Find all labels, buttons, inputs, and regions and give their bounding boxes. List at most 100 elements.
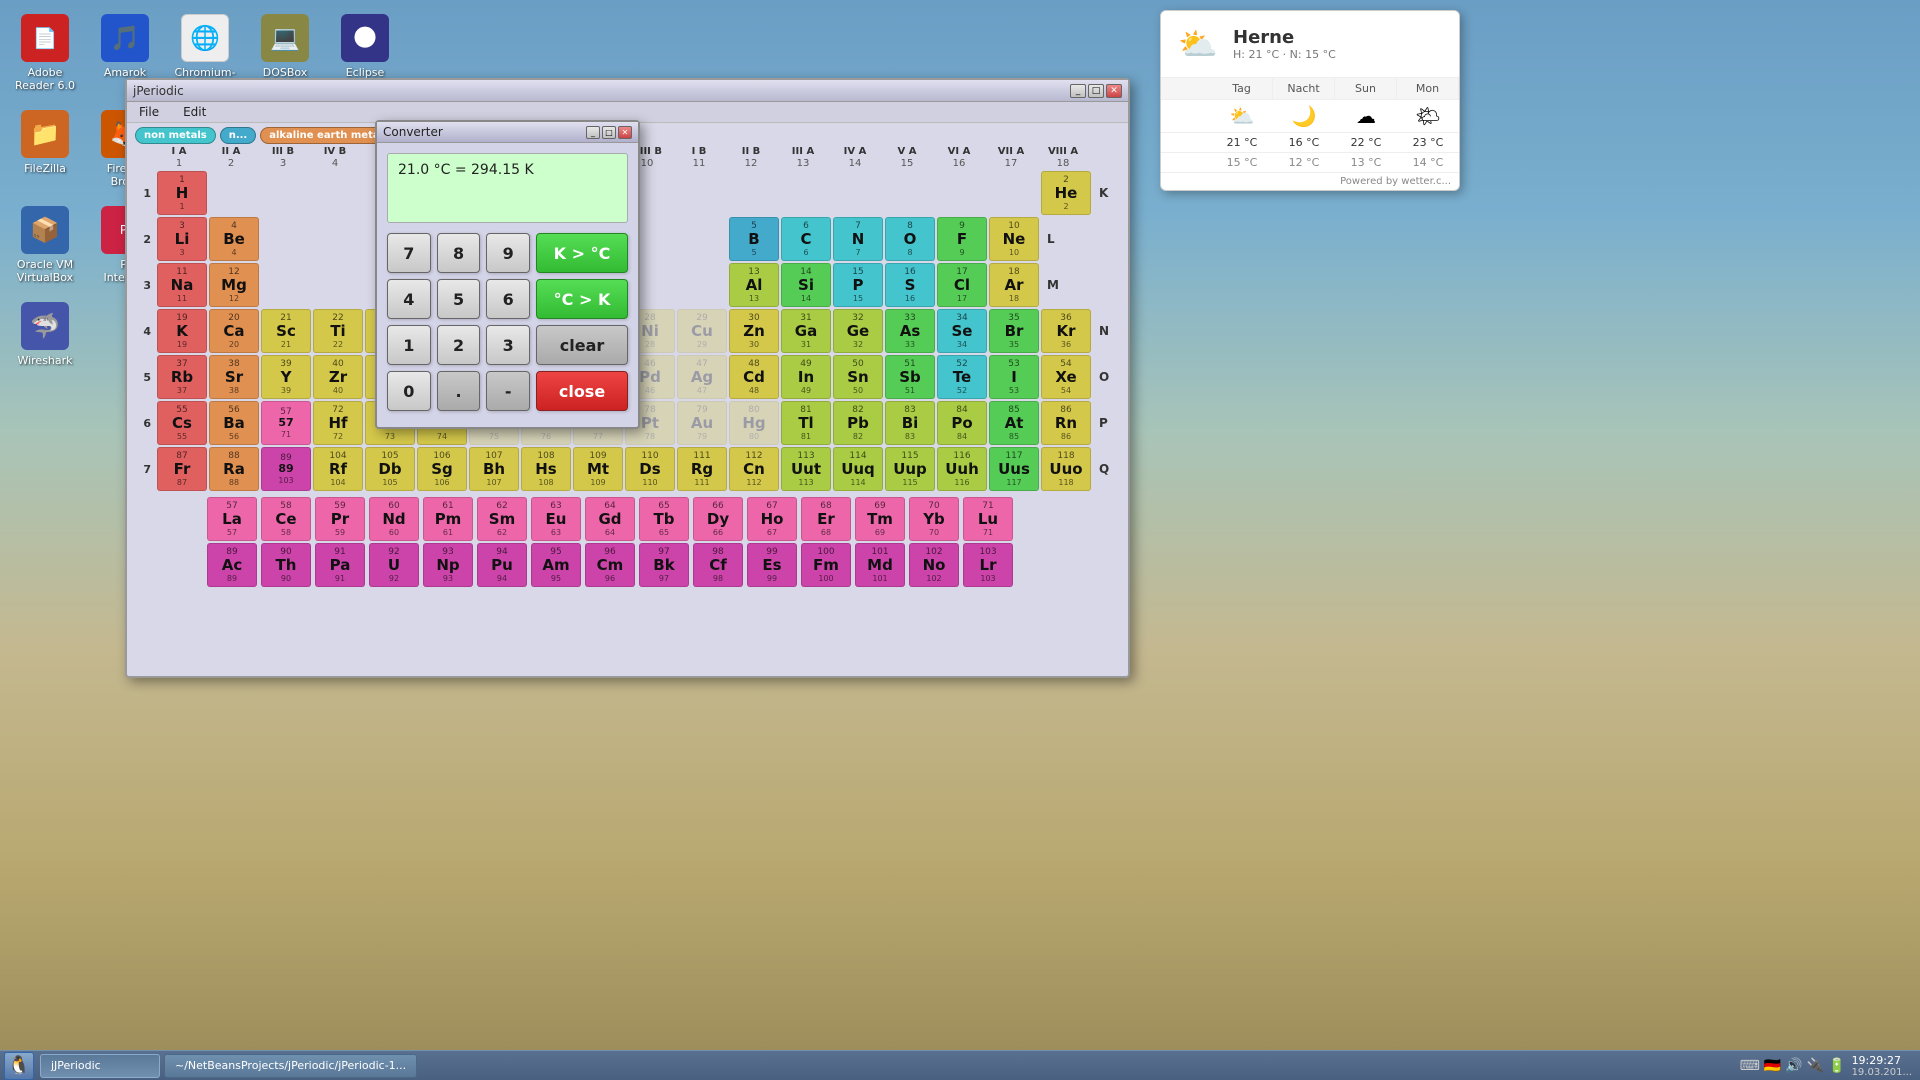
element-Rb[interactable]: 37Rb37: [157, 355, 207, 399]
key-9[interactable]: 9: [486, 233, 530, 273]
element-Ba[interactable]: 56Ba56: [209, 401, 259, 445]
key-2[interactable]: 2: [437, 325, 481, 365]
element-Li[interactable]: 3Li3: [157, 217, 207, 261]
element-Si[interactable]: 14Si14: [781, 263, 831, 307]
element-No[interactable]: 102No102: [909, 543, 959, 587]
key-5[interactable]: 5: [437, 279, 481, 319]
element-Au[interactable]: 79Au79: [677, 401, 727, 445]
element-Zr[interactable]: 40Zr40: [313, 355, 363, 399]
element-Y[interactable]: 39Y39: [261, 355, 311, 399]
converter-titlebar[interactable]: Converter _ □ ✕: [377, 122, 638, 143]
key-7[interactable]: 7: [387, 233, 431, 273]
conv-minimize-button[interactable]: _: [586, 126, 600, 139]
element-Tb[interactable]: 65Tb65: [639, 497, 689, 541]
element-Cd[interactable]: 48Cd48: [729, 355, 779, 399]
element-Se[interactable]: 34Se34: [937, 309, 987, 353]
element-Np[interactable]: 93Np93: [423, 543, 473, 587]
element-Ra[interactable]: 88Ra88: [209, 447, 259, 491]
element-Yb[interactable]: 70Yb70: [909, 497, 959, 541]
element-Hg[interactable]: 80Hg80: [729, 401, 779, 445]
start-button[interactable]: 🐧: [4, 1052, 34, 1080]
element-Br[interactable]: 35Br35: [989, 309, 1039, 353]
minimize-button[interactable]: _: [1070, 84, 1086, 98]
element-Rf[interactable]: 104Rf104: [313, 447, 363, 491]
key-6[interactable]: 6: [486, 279, 530, 319]
element-Bh[interactable]: 107Bh107: [469, 447, 519, 491]
element-Sb[interactable]: 51Sb51: [885, 355, 935, 399]
element-Cs[interactable]: 55Cs55: [157, 401, 207, 445]
element-Ac-star[interactable]: 8989103: [261, 447, 311, 491]
element-U[interactable]: 92U92: [369, 543, 419, 587]
element-I[interactable]: 53I53: [989, 355, 1039, 399]
legend-nonmetals[interactable]: non metals: [135, 127, 216, 144]
element-Ne[interactable]: 10Ne10: [989, 217, 1039, 261]
element-Sc[interactable]: 21Sc21: [261, 309, 311, 353]
desktop-icon-filezilla[interactable]: 📁 FileZilla: [10, 106, 80, 192]
element-Pu[interactable]: 94Pu94: [477, 543, 527, 587]
conv-maximize-button[interactable]: □: [602, 126, 616, 139]
element-Rg[interactable]: 111Rg111: [677, 447, 727, 491]
key-3[interactable]: 3: [486, 325, 530, 365]
element-Dy[interactable]: 66Dy66: [693, 497, 743, 541]
element-Uus[interactable]: 117Uus117: [989, 447, 1039, 491]
element-La[interactable]: 57La57: [207, 497, 257, 541]
element-Ds[interactable]: 110Ds110: [625, 447, 675, 491]
key-negate[interactable]: -: [486, 371, 530, 411]
key-0[interactable]: 0: [387, 371, 431, 411]
element-Fm[interactable]: 100Fm100: [801, 543, 851, 587]
element-Ce[interactable]: 58Ce58: [261, 497, 311, 541]
element-Uuq[interactable]: 114Uuq114: [833, 447, 883, 491]
element-B[interactable]: 5B5: [729, 217, 779, 261]
element-Cf[interactable]: 98Cf98: [693, 543, 743, 587]
element-Sm[interactable]: 62Sm62: [477, 497, 527, 541]
menu-edit[interactable]: Edit: [179, 104, 210, 120]
element-F[interactable]: 9F9: [937, 217, 987, 261]
element-Al[interactable]: 13Al13: [729, 263, 779, 307]
close-button-conv[interactable]: close: [536, 371, 628, 411]
element-Hs[interactable]: 108Hs108: [521, 447, 571, 491]
element-Rn[interactable]: 86Rn86: [1041, 401, 1091, 445]
element-Pb[interactable]: 82Pb82: [833, 401, 883, 445]
taskbar-task-netbeans[interactable]: ~/NetBeansProjects/jPeriodic/jPeriodic-1…: [164, 1054, 417, 1078]
element-O[interactable]: 8O8: [885, 217, 935, 261]
key-1[interactable]: 1: [387, 325, 431, 365]
element-Sn[interactable]: 50Sn50: [833, 355, 883, 399]
element-Ge[interactable]: 32Ge32: [833, 309, 883, 353]
element-Bi[interactable]: 83Bi83: [885, 401, 935, 445]
element-He[interactable]: 2He2: [1041, 171, 1091, 215]
element-At[interactable]: 85At85: [989, 401, 1039, 445]
element-Te[interactable]: 52Te52: [937, 355, 987, 399]
element-In[interactable]: 49In49: [781, 355, 831, 399]
element-Zn[interactable]: 30Zn30: [729, 309, 779, 353]
maximize-button[interactable]: □: [1088, 84, 1104, 98]
element-Uuo[interactable]: 118Uuo118: [1041, 447, 1091, 491]
element-Gd[interactable]: 64Gd64: [585, 497, 635, 541]
element-Er[interactable]: 68Er68: [801, 497, 851, 541]
element-Tl[interactable]: 81Tl81: [781, 401, 831, 445]
element-Fr[interactable]: 87Fr87: [157, 447, 207, 491]
element-Pr[interactable]: 59Pr59: [315, 497, 365, 541]
element-Ar[interactable]: 18Ar18: [989, 263, 1039, 307]
element-Es[interactable]: 99Es99: [747, 543, 797, 587]
element-Db[interactable]: 105Db105: [365, 447, 415, 491]
element-Mt[interactable]: 109Mt109: [573, 447, 623, 491]
convert-c-to-k[interactable]: °C > K: [536, 279, 628, 319]
element-Cn[interactable]: 112Cn112: [729, 447, 779, 491]
element-Nd[interactable]: 60Nd60: [369, 497, 419, 541]
element-Cl[interactable]: 17Cl17: [937, 263, 987, 307]
element-Uut[interactable]: 113Uut113: [781, 447, 831, 491]
element-N[interactable]: 7N7: [833, 217, 883, 261]
element-Cm[interactable]: 96Cm96: [585, 543, 635, 587]
element-Hf[interactable]: 72Hf72: [313, 401, 363, 445]
element-Sr[interactable]: 38Sr38: [209, 355, 259, 399]
element-Md[interactable]: 101Md101: [855, 543, 905, 587]
element-Ho[interactable]: 67Ho67: [747, 497, 797, 541]
element-Eu[interactable]: 63Eu63: [531, 497, 581, 541]
element-Mg[interactable]: 12Mg12: [209, 263, 259, 307]
element-P[interactable]: 15P15: [833, 263, 883, 307]
element-Xe[interactable]: 54Xe54: [1041, 355, 1091, 399]
element-Th[interactable]: 90Th90: [261, 543, 311, 587]
element-Kr[interactable]: 36Kr36: [1041, 309, 1091, 353]
element-Cu[interactable]: 29Cu29: [677, 309, 727, 353]
element-Ca[interactable]: 20Ca20: [209, 309, 259, 353]
